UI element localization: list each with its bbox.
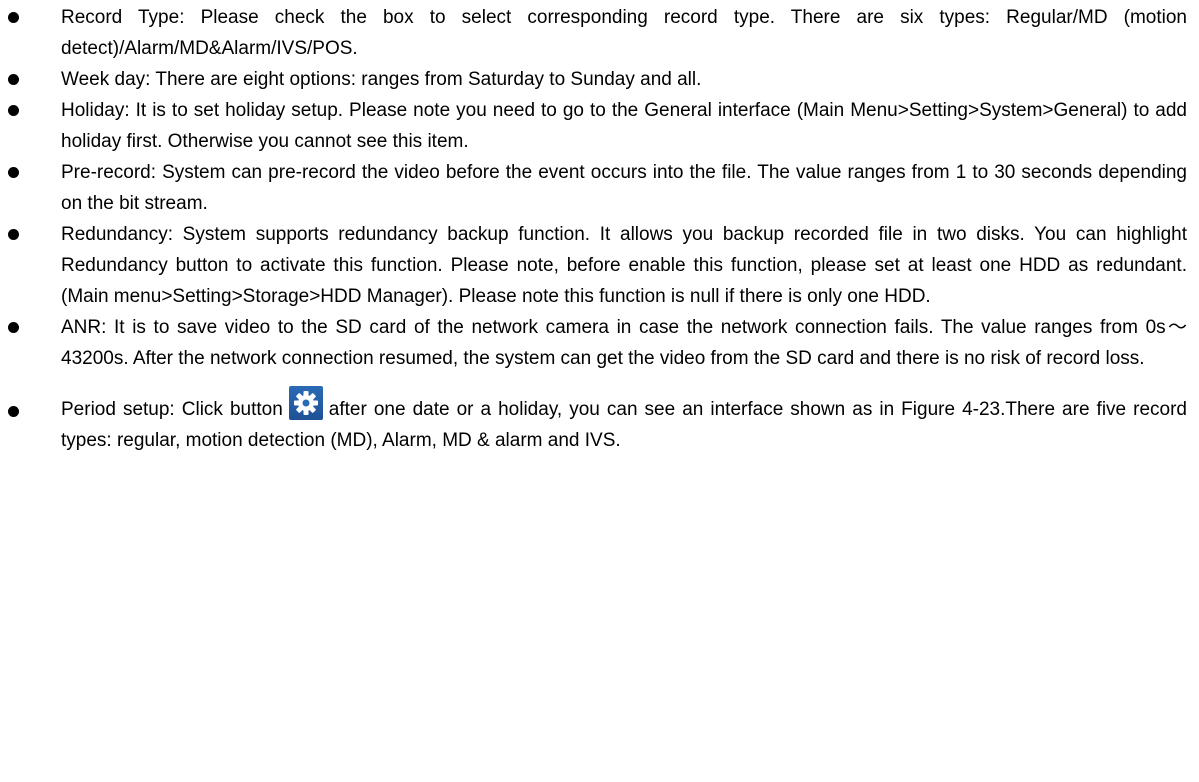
- settings-button: [288, 386, 323, 420]
- list-item-record-type: Record Type: Please check the box to sel…: [0, 2, 1199, 64]
- list-item-text: Week day: There are eight options: range…: [61, 69, 702, 90]
- list-item-text: Holiday: It is to set holiday setup. Ple…: [61, 100, 1187, 152]
- gear-icon: [293, 391, 318, 415]
- list-item-text: Redundancy: System supports redundancy b…: [61, 224, 1187, 307]
- document-body: Record Type: Please check the box to sel…: [0, 2, 1199, 456]
- bullet: [8, 105, 19, 116]
- list-item-week-day: Week day: There are eight options: range…: [0, 64, 1199, 95]
- bullet: [8, 229, 19, 240]
- list-item-holiday: Holiday: It is to set holiday setup. Ple…: [0, 95, 1199, 157]
- bullet: [8, 167, 19, 178]
- list-item-pre-record: Pre-record: System can pre-record the vi…: [0, 157, 1199, 219]
- bullet: [8, 322, 19, 333]
- list-item-text-before: Period setup: Click button: [61, 399, 283, 420]
- list-item-period-setup: Period setup: Click button after one dat…: [0, 386, 1199, 456]
- list-item-text: Record Type: Please check the box to sel…: [61, 7, 1187, 59]
- bullet: [8, 74, 19, 85]
- list-item-text: Pre-record: System can pre-record the vi…: [61, 162, 1187, 214]
- bullet: [8, 406, 19, 417]
- bullet: [8, 12, 19, 23]
- list-item-redundancy: Redundancy: System supports redundancy b…: [0, 219, 1199, 312]
- list-item-anr: ANR: It is to save video to the SD card …: [0, 312, 1199, 374]
- list-item-text: ANR: It is to save video to the SD card …: [61, 317, 1187, 369]
